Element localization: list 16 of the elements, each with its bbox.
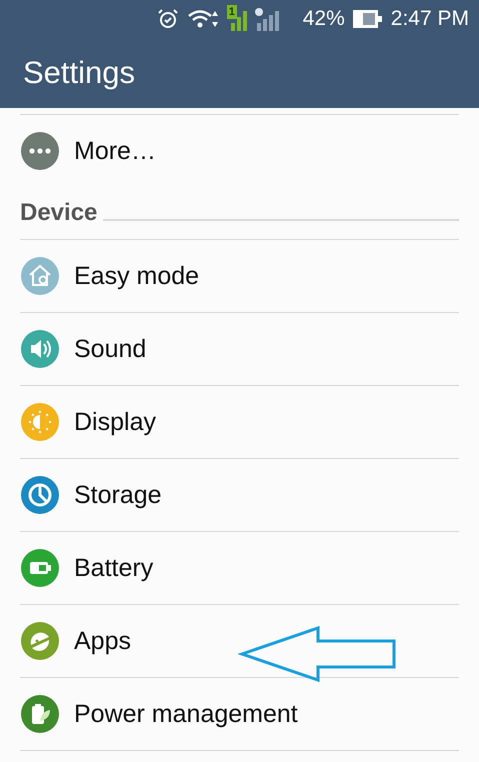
settings-item[interactable]: More…: [20, 114, 459, 187]
screen-title: Settings: [23, 55, 136, 91]
settings-item[interactable]: Battery: [20, 531, 459, 604]
settings-item[interactable]: Easy mode: [20, 239, 459, 312]
sim-badge: 1: [226, 5, 237, 19]
alarm-clock-icon: [156, 8, 179, 30]
settings-item[interactable]: Sound: [20, 312, 459, 385]
settings-item[interactable]: Apps: [20, 604, 459, 677]
settings-item[interactable]: Display: [20, 385, 459, 458]
battery-icon: [352, 9, 383, 29]
clock: 2:47 PM: [390, 7, 469, 31]
section-header: Device: [20, 199, 98, 227]
wifi-icon: [186, 8, 221, 30]
battery-percent: 42%: [302, 7, 345, 31]
settings-item[interactable]: Storage: [20, 458, 459, 531]
settings-item[interactable]: Power management: [20, 677, 459, 750]
